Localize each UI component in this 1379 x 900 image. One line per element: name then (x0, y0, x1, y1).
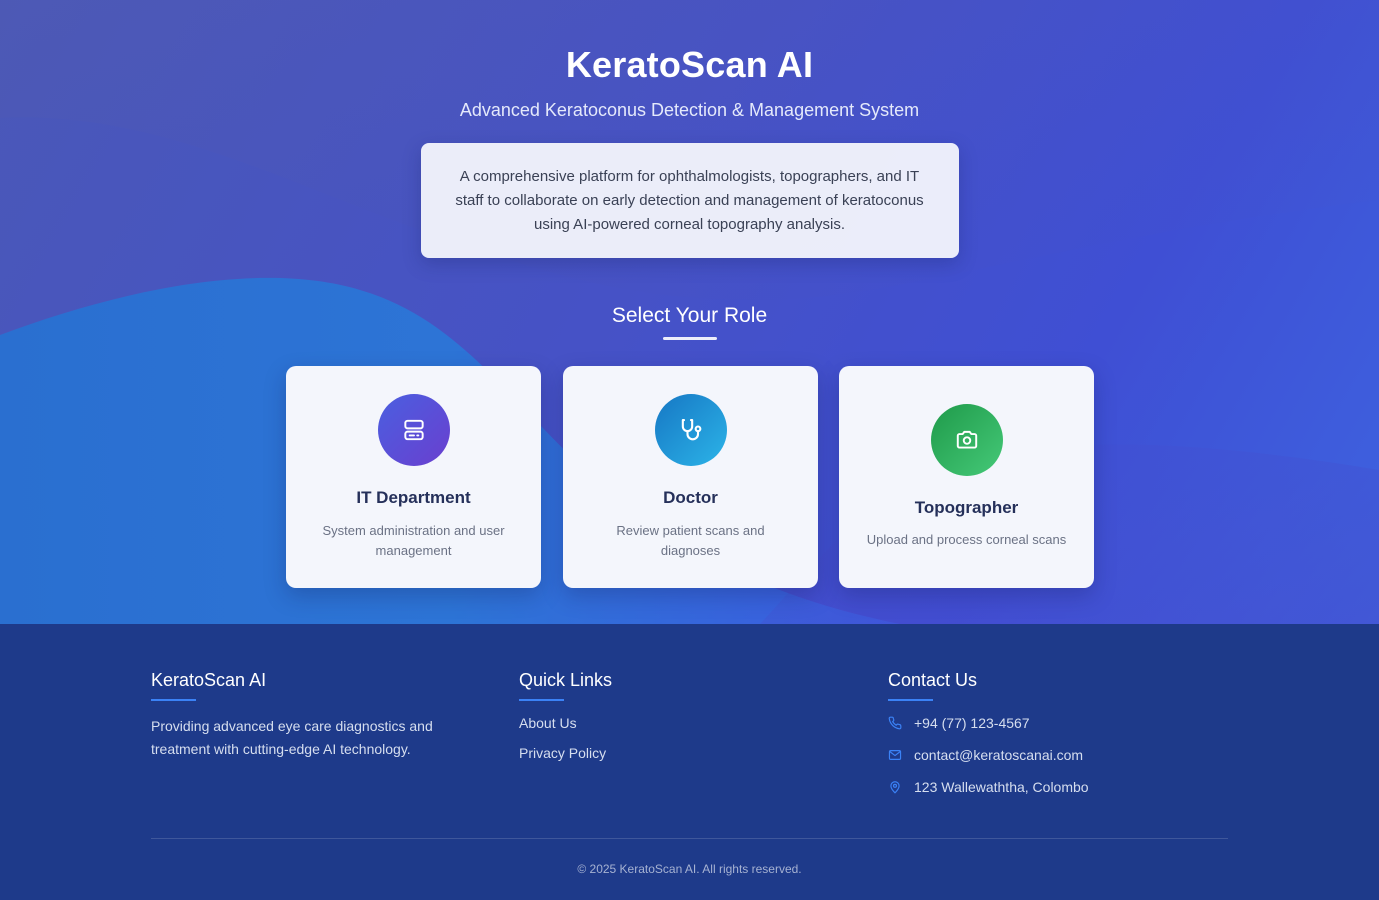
contact-address: 123 Wallewaththa, Colombo (888, 777, 1089, 797)
role-card-topographer[interactable]: Topographer Upload and process corneal s… (839, 366, 1094, 588)
footer-heading-underline (888, 699, 933, 701)
footer-link-privacy-policy[interactable]: Privacy Policy (519, 745, 612, 761)
role-card-doctor[interactable]: Doctor Review patient scans and diagnose… (563, 366, 818, 588)
footer-contact-column: Contact Us +94 (77) 123-4567 contact@ker… (888, 670, 1089, 797)
role-card-description: Review patient scans and diagnoses (616, 523, 765, 558)
role-card-title: Topographer (914, 498, 1019, 517)
hero-section: KeratoScan AI Advanced Keratoconus Detec… (0, 0, 1379, 624)
footer-quick-links-column: Quick Links About Us Privacy Policy (519, 670, 612, 761)
footer-heading-underline (519, 699, 564, 701)
description-card: A comprehensive platform for ophthalmolo… (420, 143, 959, 258)
role-card-description: System administration and user managemen… (322, 523, 505, 558)
footer-brand-text: Providing advanced eye care diagnostics … (151, 718, 433, 757)
contact-address-text: 123 Wallewaththa, Colombo (914, 779, 1089, 795)
footer-heading-underline (151, 699, 196, 701)
role-card-description: Upload and process corneal scans (866, 532, 1067, 547)
camera-icon (931, 404, 1003, 476)
footer-contact-title: Contact Us (888, 670, 978, 690)
footer-link-about-us[interactable]: About Us (519, 715, 612, 731)
mail-icon (888, 748, 914, 762)
contact-phone-text: +94 (77) 123-4567 (914, 715, 1030, 731)
footer: KeratoScan AI Providing advanced eye car… (0, 624, 1379, 900)
description-text: A comprehensive platform for ophthalmolo… (455, 168, 924, 233)
footer-quick-links-title: Quick Links (519, 670, 613, 690)
phone-icon (888, 716, 914, 730)
footer-divider (151, 838, 1228, 839)
footer-brand-column: KeratoScan AI Providing advanced eye car… (151, 670, 451, 761)
role-heading-underline (662, 337, 717, 340)
contact-email-text: contact@keratoscanai.com (914, 747, 1084, 763)
footer-brand-title: KeratoScan AI (151, 670, 267, 690)
contact-email[interactable]: contact@keratoscanai.com (888, 745, 1089, 765)
contact-phone: +94 (77) 123-4567 (888, 713, 1089, 733)
role-card-it-department[interactable]: IT Department System administration and … (286, 366, 541, 588)
role-card-title: IT Department (356, 488, 471, 507)
stethoscope-icon (655, 394, 727, 466)
role-heading: Select Your Role (611, 304, 768, 327)
copyright-text: © 2025 KeratoScan AI. All rights reserve… (577, 862, 802, 876)
page-title: KeratoScan AI (565, 44, 814, 85)
role-cards: IT Department System administration and … (286, 366, 1094, 588)
page-subtitle: Advanced Keratoconus Detection & Managem… (459, 100, 920, 120)
server-icon (378, 394, 450, 466)
location-pin-icon (888, 780, 914, 794)
role-card-title: Doctor (663, 488, 718, 507)
